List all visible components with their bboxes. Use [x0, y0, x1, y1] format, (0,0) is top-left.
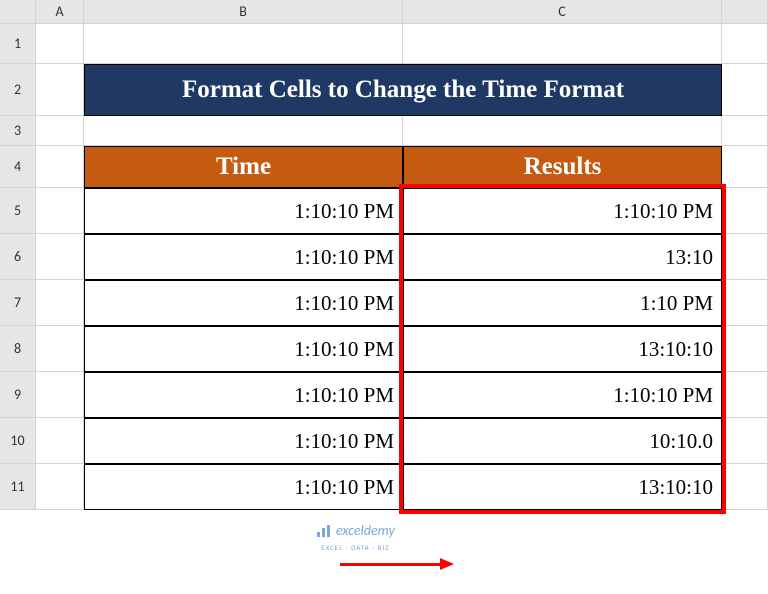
chart-icon	[316, 524, 332, 538]
cell-a3[interactable]	[36, 116, 84, 146]
cell-d1[interactable]	[722, 24, 768, 64]
cell-d10[interactable]	[722, 418, 768, 464]
col-header-c[interactable]: C	[403, 0, 722, 24]
cell-result[interactable]: 13:10	[403, 234, 722, 280]
cell-time[interactable]: 1:10:10 PM	[84, 188, 403, 234]
cell-time[interactable]: 1:10:10 PM	[84, 418, 403, 464]
header-results[interactable]: Results	[403, 146, 722, 188]
cell-result[interactable]: 1:10:10 PM	[403, 372, 722, 418]
row-header-5[interactable]: 5	[0, 188, 36, 234]
cell-result[interactable]: 13:10:10	[403, 464, 722, 510]
cell-d3[interactable]	[722, 116, 768, 146]
cell-c3[interactable]	[403, 116, 722, 146]
cell-time[interactable]: 1:10:10 PM	[84, 464, 403, 510]
cell-time[interactable]: 1:10:10 PM	[84, 280, 403, 326]
cell-result[interactable]: 10:10.0	[403, 418, 722, 464]
row-header-4[interactable]: 4	[0, 146, 36, 188]
cell-b1[interactable]	[84, 24, 403, 64]
cell-a6[interactable]	[36, 234, 84, 280]
watermark-sub: EXCEL · DATA · BIZ	[321, 543, 389, 552]
cell-a11[interactable]	[36, 464, 84, 510]
cell-d11[interactable]	[722, 464, 768, 510]
col-header-b[interactable]: B	[84, 0, 403, 24]
cell-result[interactable]: 13:10:10	[403, 326, 722, 372]
cell-result[interactable]: 1:10 PM	[403, 280, 722, 326]
row-header-7[interactable]: 7	[0, 280, 36, 326]
watermark-text: exceldemy	[336, 522, 395, 539]
cell-d4[interactable]	[722, 146, 768, 188]
cell-a4[interactable]	[36, 146, 84, 188]
col-header-a[interactable]: A	[36, 0, 84, 24]
col-header-next[interactable]	[722, 0, 768, 24]
row-header-8[interactable]: 8	[0, 326, 36, 372]
cell-result[interactable]: 1:10:10 PM	[403, 188, 722, 234]
cell-b3[interactable]	[84, 116, 403, 146]
cell-c1[interactable]	[403, 24, 722, 64]
cell-d8[interactable]	[722, 326, 768, 372]
cell-d2[interactable]	[722, 64, 768, 116]
row-header-2[interactable]: 2	[0, 64, 36, 116]
cell-time[interactable]: 1:10:10 PM	[84, 326, 403, 372]
cell-time[interactable]: 1:10:10 PM	[84, 372, 403, 418]
select-all-corner[interactable]	[0, 0, 36, 24]
cell-d5[interactable]	[722, 188, 768, 234]
row-header-11[interactable]: 11	[0, 464, 36, 510]
arrow-line	[340, 563, 440, 566]
cell-d6[interactable]	[722, 234, 768, 280]
cell-time[interactable]: 1:10:10 PM	[84, 234, 403, 280]
cell-a9[interactable]	[36, 372, 84, 418]
spreadsheet-grid: A B C 1 2 3 4 5 6 7 8 9 10 11 Format Cel…	[0, 0, 768, 510]
table-title[interactable]: Format Cells to Change the Time Format	[84, 64, 722, 116]
cell-d9[interactable]	[722, 372, 768, 418]
cell-a10[interactable]	[36, 418, 84, 464]
row-header-9[interactable]: 9	[0, 372, 36, 418]
row-header-3[interactable]: 3	[0, 116, 36, 146]
cell-a7[interactable]	[36, 280, 84, 326]
row-header-10[interactable]: 10	[0, 418, 36, 464]
watermark: exceldemy EXCEL · DATA · BIZ	[316, 522, 395, 552]
cell-a5[interactable]	[36, 188, 84, 234]
header-time[interactable]: Time	[84, 146, 403, 188]
cell-a1[interactable]	[36, 24, 84, 64]
row-header-1[interactable]: 1	[0, 24, 36, 64]
row-header-6[interactable]: 6	[0, 234, 36, 280]
cell-a8[interactable]	[36, 326, 84, 372]
cell-a2[interactable]	[36, 64, 84, 116]
arrow-head-icon	[440, 558, 454, 570]
cell-d7[interactable]	[722, 280, 768, 326]
